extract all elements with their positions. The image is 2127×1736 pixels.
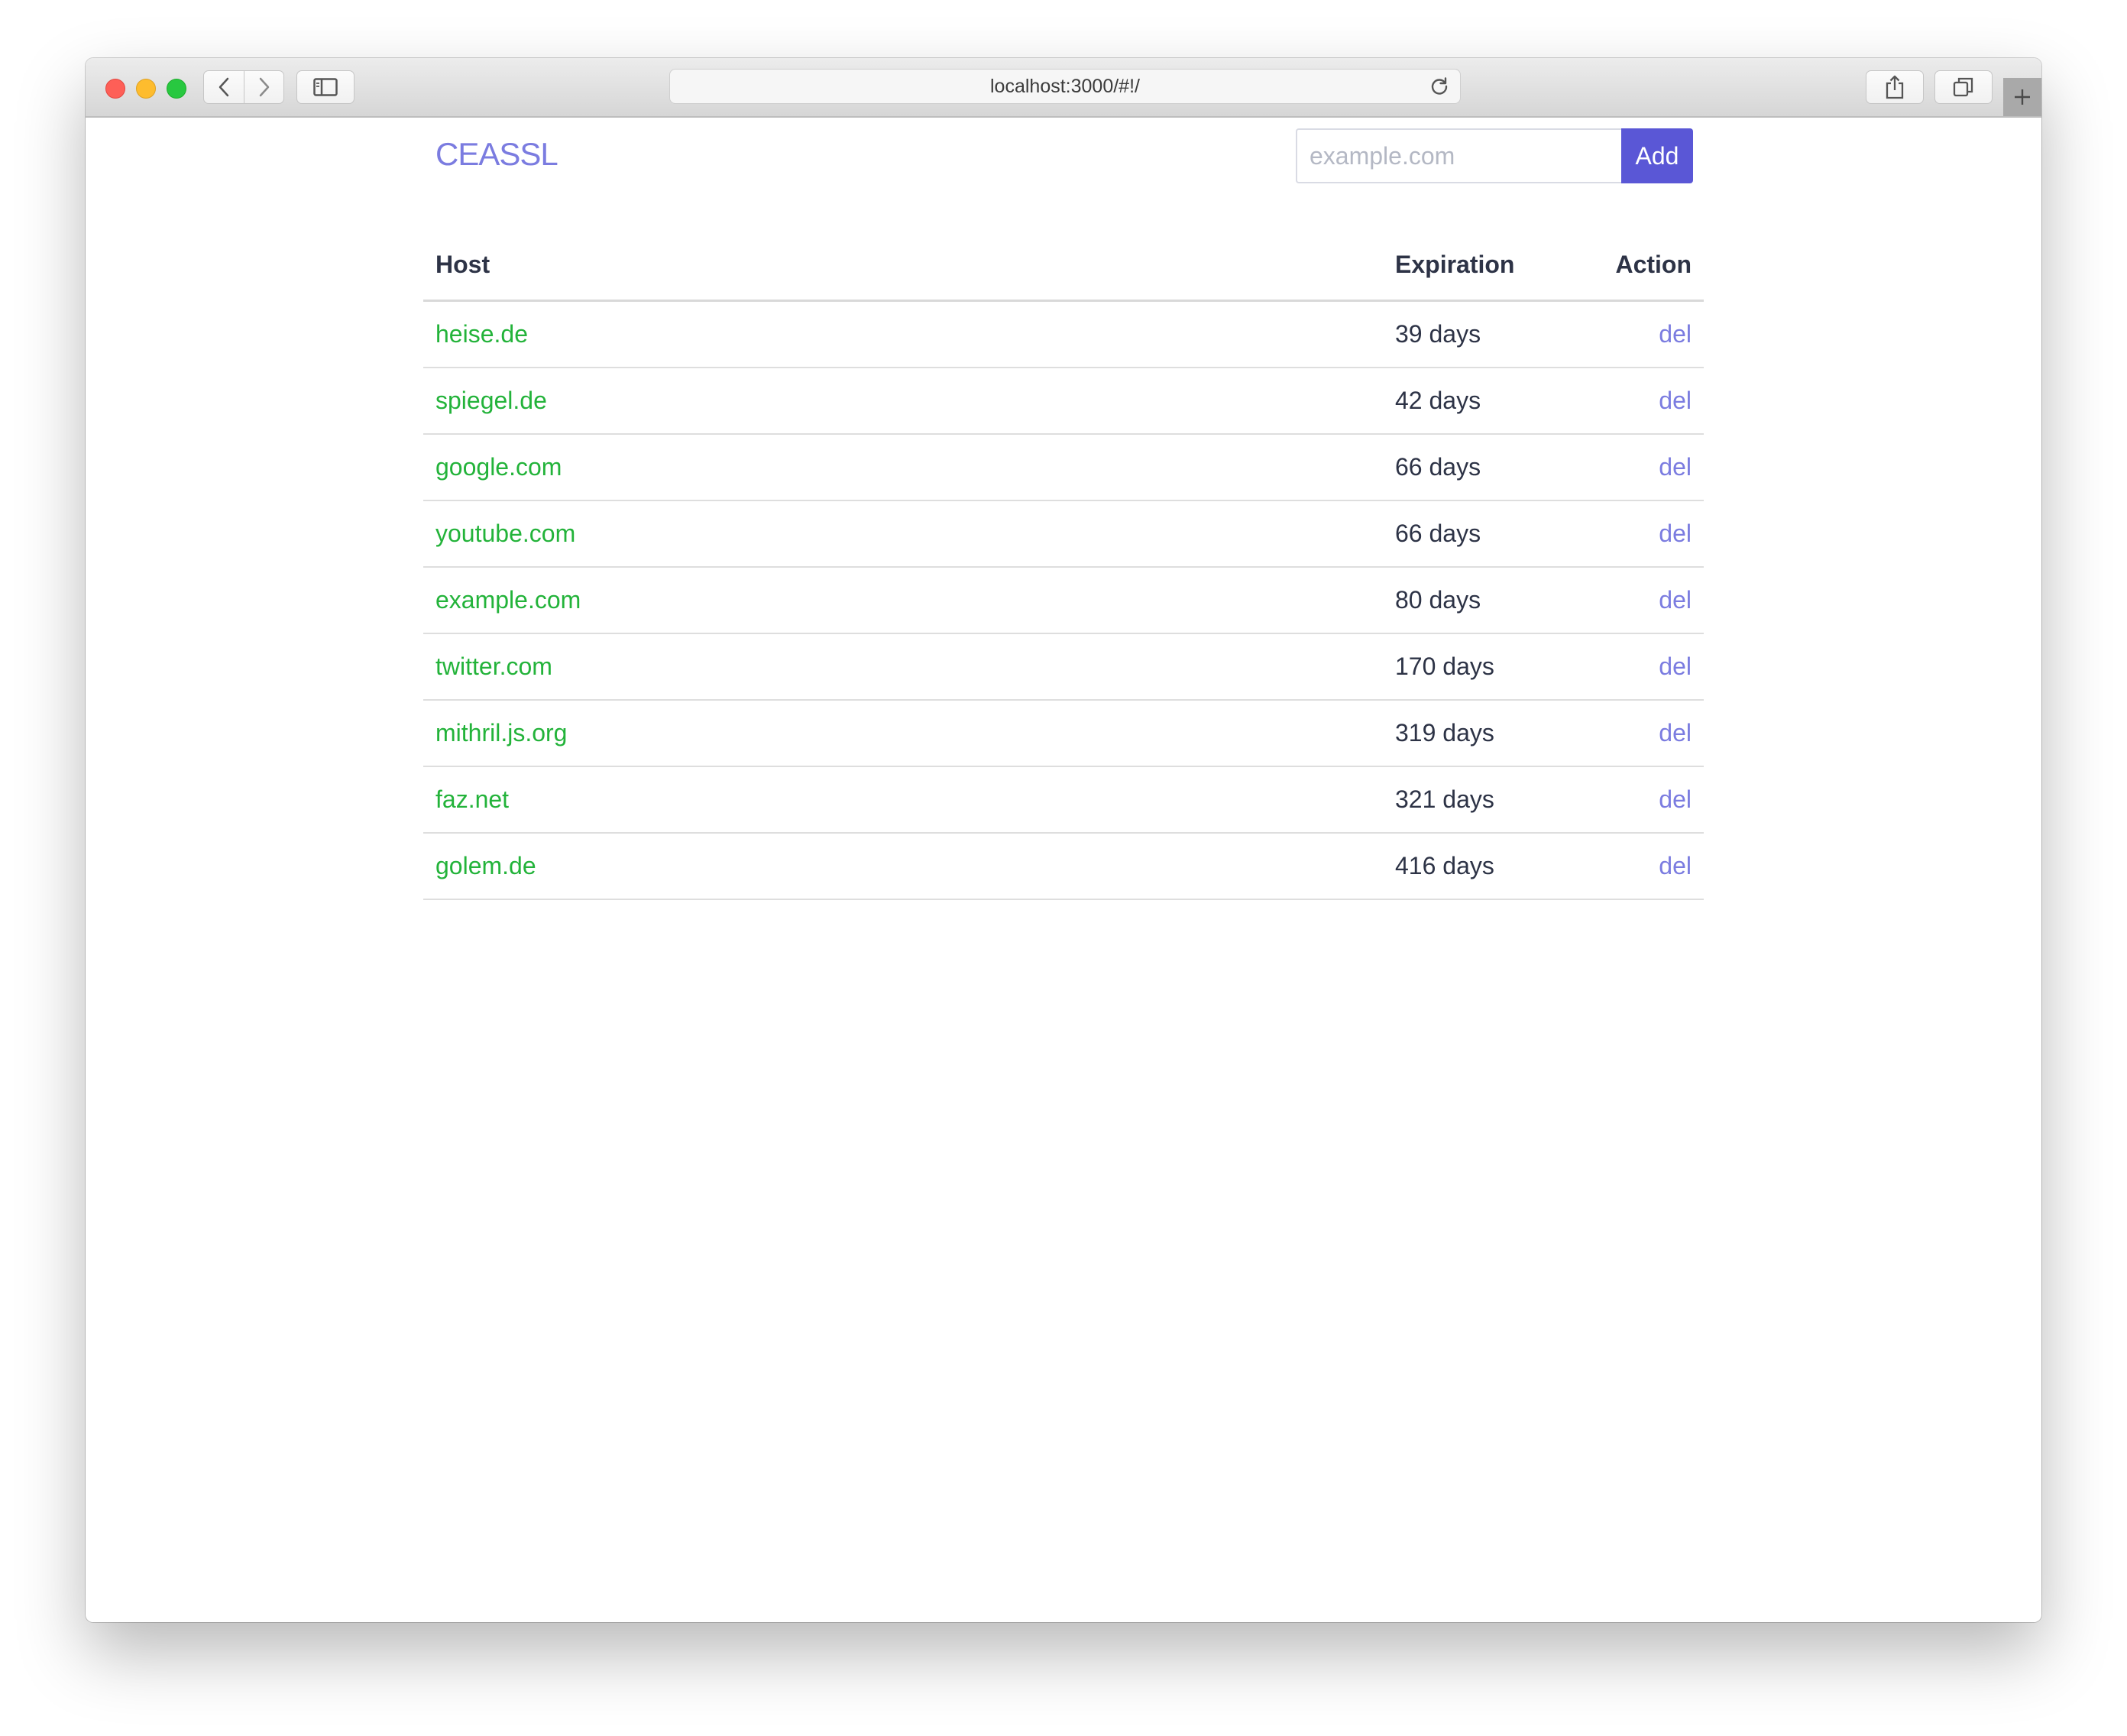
page-content: CEASSL Add Host Expiration Action heise.… — [86, 118, 2041, 1622]
table-row: golem.de 416 days del — [423, 834, 1704, 900]
new-tab-button[interactable] — [2003, 78, 2041, 116]
chevron-right-icon — [259, 77, 270, 97]
navigation-buttons — [203, 70, 284, 104]
expiration-value: 66 days — [1395, 520, 1481, 547]
expiration-value: 80 days — [1395, 586, 1481, 614]
host-link[interactable]: twitter.com — [435, 653, 552, 681]
show-tabs-button[interactable] — [1934, 70, 1993, 104]
forward-button[interactable] — [244, 71, 284, 103]
expiration-value: 39 days — [1395, 320, 1481, 348]
host-link[interactable]: mithril.js.org — [435, 719, 567, 747]
host-link[interactable]: example.com — [435, 586, 581, 614]
host-input[interactable] — [1296, 128, 1621, 183]
sidebar-toggle-button[interactable] — [296, 70, 354, 104]
delete-link[interactable]: del — [1659, 320, 1692, 348]
host-link[interactable]: golem.de — [435, 852, 536, 880]
page: localhost:3000/#!/ CEASSL Add — [0, 0, 2127, 1736]
tabs-overview-icon — [1953, 77, 1973, 97]
share-icon — [1886, 75, 1904, 99]
delete-link[interactable]: del — [1659, 852, 1692, 880]
table-row: spiegel.de 42 days del — [423, 368, 1704, 435]
delete-link[interactable]: del — [1659, 586, 1692, 614]
add-button[interactable]: Add — [1621, 128, 1693, 183]
expiration-value: 319 days — [1395, 719, 1494, 747]
reload-icon[interactable] — [1429, 76, 1449, 100]
close-window-button[interactable] — [105, 79, 125, 99]
expiration-value: 321 days — [1395, 785, 1494, 813]
column-header-action: Action — [1615, 251, 1692, 278]
table-row: mithril.js.org 319 days del — [423, 701, 1704, 767]
expiration-value: 42 days — [1395, 387, 1481, 414]
delete-link[interactable]: del — [1659, 719, 1692, 747]
delete-link[interactable]: del — [1659, 520, 1692, 548]
browser-window: localhost:3000/#!/ CEASSL Add — [86, 58, 2041, 1622]
host-link[interactable]: spiegel.de — [435, 387, 547, 415]
address-bar-url: localhost:3000/#!/ — [990, 76, 1140, 97]
table-row: google.com 66 days del — [423, 435, 1704, 501]
delete-link[interactable]: del — [1659, 653, 1692, 681]
plus-icon — [2015, 89, 2030, 105]
table-header: Host Expiration Action — [423, 232, 1704, 302]
table-row: faz.net 321 days del — [423, 767, 1704, 834]
zoom-window-button[interactable] — [167, 79, 186, 99]
expiration-value: 416 days — [1395, 852, 1494, 879]
host-link[interactable]: google.com — [435, 453, 562, 481]
back-button[interactable] — [204, 71, 244, 103]
table-row: twitter.com 170 days del — [423, 634, 1704, 701]
brand-logo[interactable]: CEASSL — [435, 136, 558, 173]
column-header-expiration: Expiration — [1395, 251, 1515, 278]
expiration-value: 170 days — [1395, 653, 1494, 680]
browser-toolbar: localhost:3000/#!/ — [86, 58, 2041, 118]
address-bar[interactable]: localhost:3000/#!/ — [669, 69, 1461, 104]
host-link[interactable]: faz.net — [435, 785, 509, 814]
share-button[interactable] — [1866, 70, 1924, 104]
table-row: heise.de 39 days del — [423, 302, 1704, 368]
sidebar-icon — [313, 78, 338, 96]
expiration-value: 66 days — [1395, 453, 1481, 481]
column-header-host: Host — [435, 251, 490, 278]
table-row: example.com 80 days del — [423, 568, 1704, 634]
delete-link[interactable]: del — [1659, 453, 1692, 481]
table-row: youtube.com 66 days del — [423, 501, 1704, 568]
hosts-table: Host Expiration Action heise.de 39 days … — [423, 232, 1704, 900]
host-link[interactable]: youtube.com — [435, 520, 575, 548]
table-body: heise.de 39 days del spiegel.de 42 days … — [423, 302, 1704, 900]
delete-link[interactable]: del — [1659, 387, 1692, 415]
minimize-window-button[interactable] — [136, 79, 156, 99]
delete-link[interactable]: del — [1659, 785, 1692, 814]
host-link[interactable]: heise.de — [435, 320, 528, 348]
chevron-left-icon — [219, 77, 229, 97]
